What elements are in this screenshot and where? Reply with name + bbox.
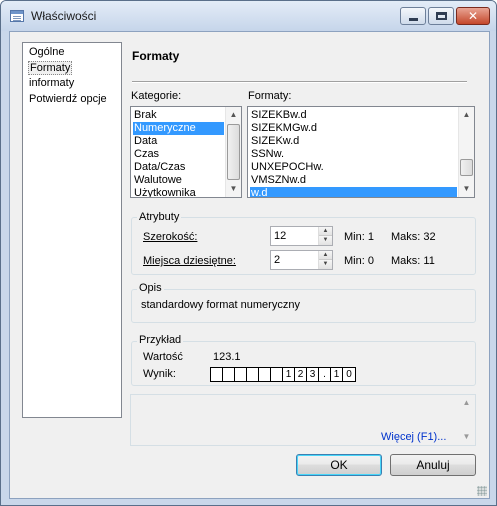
list-item[interactable]: SIZEKBw.d	[250, 109, 457, 122]
example-result-cells: 1 2 3 . 1 0	[210, 367, 356, 382]
ok-button[interactable]: OK	[296, 454, 382, 476]
help-area: ▲ ▼ Więcej (F1)...	[130, 394, 476, 446]
list-item[interactable]: UNXEPOCHw.	[250, 161, 457, 174]
close-button[interactable]: ✕	[456, 7, 490, 25]
scroll-down-icon[interactable]: ▼	[226, 181, 241, 197]
decimals-spinner[interactable]: 2 ▲ ▼	[270, 250, 333, 270]
scroll-thumb[interactable]	[460, 159, 473, 176]
result-cell: 3	[307, 368, 319, 381]
nav-item-ogolne[interactable]: Ogólne	[29, 46, 64, 58]
result-cell: 0	[346, 369, 352, 380]
maximize-icon	[436, 12, 447, 20]
resize-grip-icon[interactable]	[477, 486, 487, 496]
list-item[interactable]: SSNw.	[250, 148, 457, 161]
scroll-thumb[interactable]	[227, 124, 240, 180]
list-item[interactable]: w.d	[250, 187, 457, 197]
list-item[interactable]: VMSZNw.d	[250, 174, 457, 187]
title-bar[interactable]: Właściwości ✕	[1, 1, 496, 31]
example-value: 123.1	[213, 351, 241, 363]
minimize-button[interactable]	[400, 7, 426, 25]
result-cell: 1	[331, 368, 343, 381]
formats-listbox[interactable]: SIZEKBw.d SIZEKMGw.d SIZEKw.d SSNw. UNXE…	[247, 106, 475, 198]
maximize-button[interactable]	[428, 7, 454, 25]
cancel-button[interactable]: Anuluj	[390, 454, 476, 476]
list-item[interactable]: Brak	[133, 109, 224, 122]
result-cell: 2	[295, 368, 307, 381]
formats-page: Formaty Kategorie: Brak Numeryczne Data …	[128, 32, 484, 446]
spin-down-icon[interactable]: ▼	[319, 236, 332, 245]
decimals-min: Min: 0	[344, 255, 374, 267]
spinner-buttons: ▲ ▼	[318, 227, 332, 245]
properties-window: Właściwości ✕ Ogólne Formaty informaty P…	[0, 0, 497, 506]
list-item[interactable]: Numeryczne	[133, 122, 224, 135]
example-result-label: Wynik:	[143, 368, 176, 380]
nav-item-potwierdz-opcje[interactable]: Potwierdź opcje	[29, 93, 107, 105]
scroll-up-icon[interactable]: ▲	[226, 107, 241, 123]
formats-label: Formaty:	[248, 90, 292, 102]
width-min: Min: 1	[344, 231, 374, 243]
page-title: Formaty	[132, 49, 180, 63]
width-spinner[interactable]: 12 ▲ ▼	[270, 226, 333, 246]
scroll-down-icon[interactable]: ▼	[459, 181, 474, 197]
nav-item-informaty[interactable]: informaty	[29, 77, 74, 89]
spin-down-icon[interactable]: ▼	[319, 260, 332, 269]
result-cell	[211, 368, 223, 381]
decimals-label: Miejsca dziesiętne:	[143, 255, 236, 267]
window-properties-icon	[10, 10, 24, 22]
decimals-max: Maks: 11	[391, 255, 435, 267]
more-help-link[interactable]: Więcej (F1)...	[381, 431, 446, 443]
result-cell: 1	[283, 368, 295, 381]
spin-up-icon[interactable]: ▲	[319, 251, 332, 260]
categories-listbox[interactable]: Brak Numeryczne Data Czas Data/Czas Walu…	[130, 106, 242, 198]
result-cell	[259, 368, 271, 381]
spin-up-icon[interactable]: ▲	[319, 227, 332, 236]
nav-item-formaty[interactable]: Formaty	[28, 61, 73, 75]
list-item[interactable]: Użytkownika	[133, 187, 224, 197]
example-group-label: Przykład	[137, 334, 184, 346]
result-cell	[235, 368, 247, 381]
width-label: Szerokość:	[143, 231, 198, 243]
categories-label: Kategorie:	[131, 90, 182, 102]
categories-scrollbar[interactable]: ▲ ▼	[225, 107, 241, 197]
width-value[interactable]: 12	[274, 230, 286, 242]
example-value-label: Wartość	[143, 351, 183, 363]
scroll-down-icon[interactable]: ▼	[459, 429, 474, 445]
list-item[interactable]: Walutowe	[133, 174, 224, 187]
result-cell	[247, 368, 259, 381]
result-cell	[271, 368, 283, 381]
scroll-up-icon[interactable]: ▲	[459, 395, 474, 411]
width-max: Maks: 32	[391, 231, 436, 243]
nav-list[interactable]: Ogólne Formaty informaty Potwierdź opcje	[22, 42, 122, 418]
description-text: standardowy format numeryczny	[141, 299, 300, 311]
list-item[interactable]: SIZEKMGw.d	[250, 122, 457, 135]
description-group-label: Opis	[137, 282, 164, 294]
dialog-client: Ogólne Formaty informaty Potwierdź opcje…	[9, 31, 490, 499]
spinner-buttons: ▲ ▼	[318, 251, 332, 269]
close-icon: ✕	[468, 9, 479, 23]
minimize-icon	[409, 18, 418, 21]
result-cell: .	[319, 368, 331, 381]
attributes-group-label: Atrybuty	[137, 211, 182, 223]
decimals-value[interactable]: 2	[274, 254, 280, 266]
list-item[interactable]: SIZEKw.d	[250, 135, 457, 148]
window-title: Właściwości	[31, 9, 97, 23]
title-separator	[132, 81, 467, 83]
list-item[interactable]: Data/Czas	[133, 161, 224, 174]
result-cell	[223, 368, 235, 381]
list-item[interactable]: Data	[133, 135, 224, 148]
formats-scrollbar[interactable]: ▲ ▼	[458, 107, 474, 197]
help-scrollbar[interactable]: ▲ ▼	[459, 395, 475, 445]
scroll-up-icon[interactable]: ▲	[459, 107, 474, 123]
list-item[interactable]: Czas	[133, 148, 224, 161]
